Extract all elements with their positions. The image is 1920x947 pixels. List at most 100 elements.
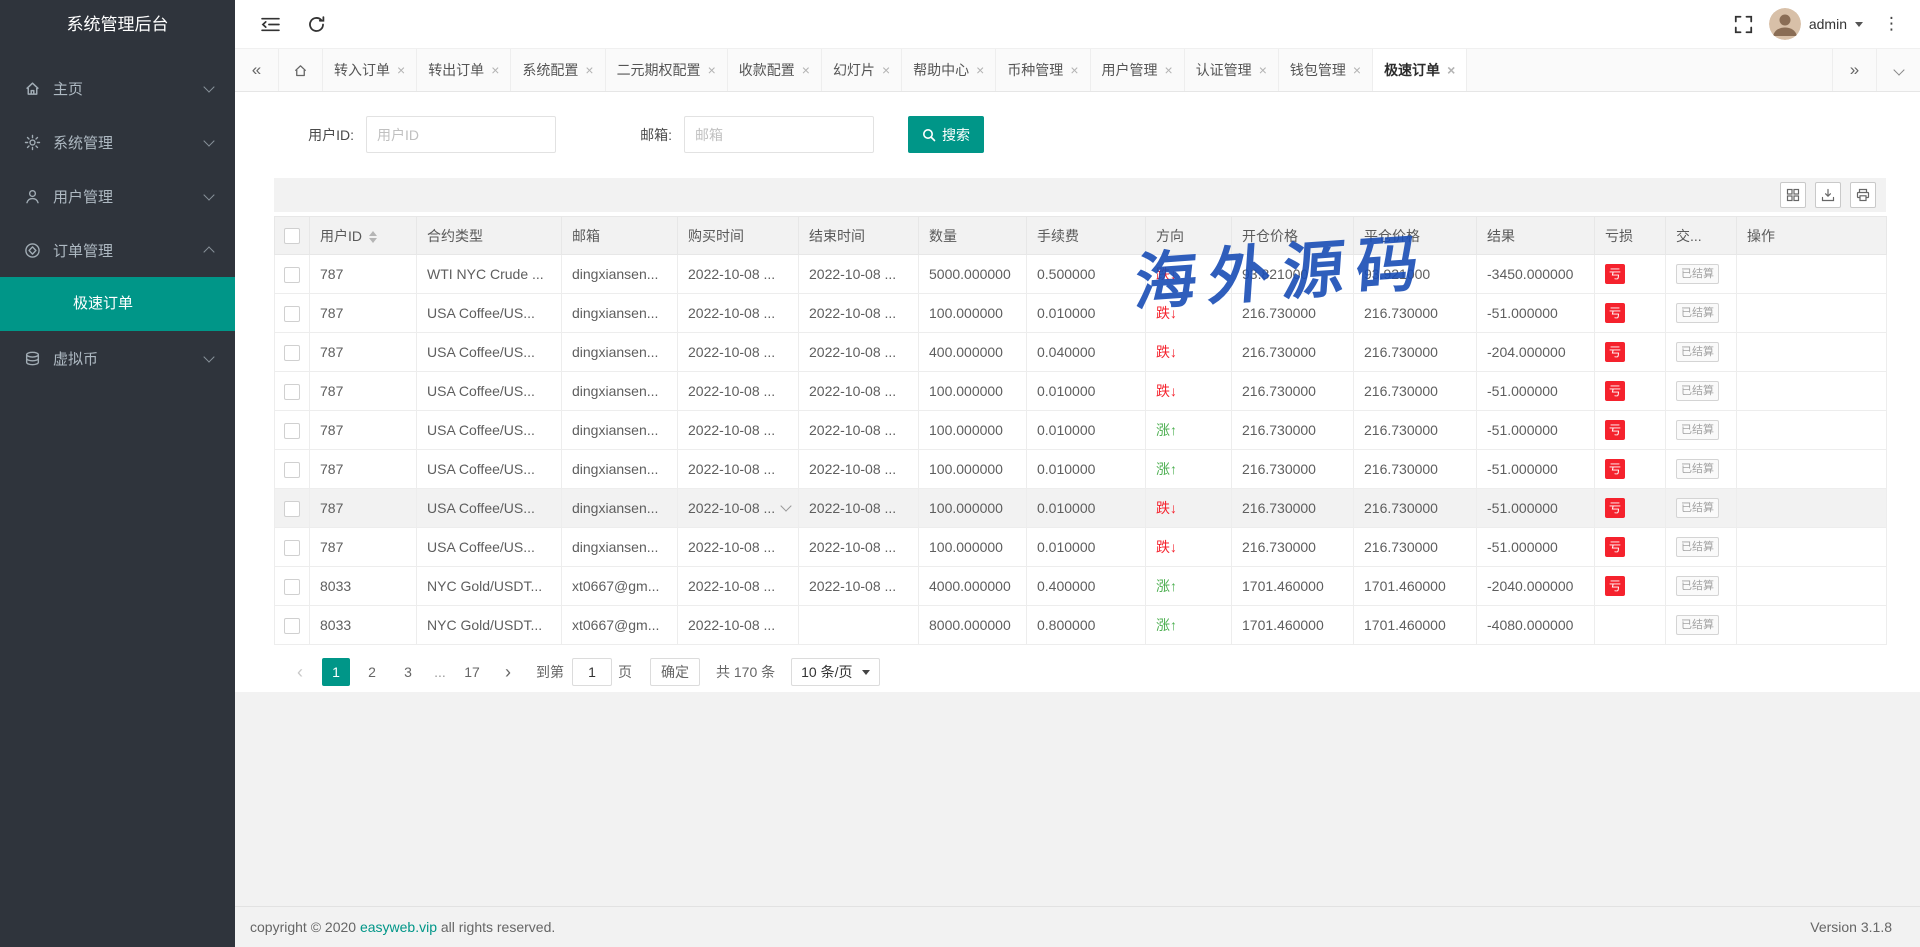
tabs-scroll-left-icon[interactable]: « — [235, 49, 279, 91]
row-checkbox[interactable] — [284, 384, 300, 400]
cell-user-id: 8033 — [310, 567, 417, 606]
row-select-cell — [275, 528, 310, 567]
footer-link[interactable]: easyweb.vip — [360, 919, 437, 935]
cell-status: 已结算 — [1666, 450, 1737, 489]
export-button[interactable] — [1815, 182, 1841, 208]
user-id-label: 用户ID: — [274, 125, 354, 145]
more-menu-icon[interactable]: ⋮ — [1879, 14, 1904, 34]
email-input[interactable] — [684, 116, 874, 153]
tab-item[interactable]: 转入订单× — [323, 49, 417, 91]
cell-actions — [1737, 489, 1887, 528]
column-header: 购买时间 — [678, 217, 799, 255]
cell-buy-time: 2022-10-08 ... — [678, 606, 799, 645]
next-page-button[interactable]: › — [494, 658, 522, 686]
cell-actions — [1737, 294, 1887, 333]
column-header[interactable]: 用户ID — [310, 217, 417, 255]
row-checkbox[interactable] — [284, 462, 300, 478]
column-header: 合约类型 — [417, 217, 562, 255]
tabs-scroll-right-icon[interactable]: » — [1832, 49, 1876, 91]
loss-badge: 亏 — [1605, 498, 1625, 518]
sidebar-subitem-active[interactable]: 极速订单 — [0, 277, 235, 331]
tab-home[interactable] — [279, 49, 323, 91]
close-icon[interactable]: × — [585, 63, 593, 77]
row-checkbox[interactable] — [284, 423, 300, 439]
column-header: 手续费 — [1027, 217, 1146, 255]
user-id-input[interactable] — [366, 116, 556, 153]
cell-status: 已结算 — [1666, 567, 1737, 606]
fullscreen-icon[interactable] — [1734, 15, 1753, 34]
close-icon[interactable]: × — [708, 63, 716, 77]
page-size-select[interactable]: 10 条/页 — [791, 658, 879, 686]
prev-page-button[interactable]: ‹ — [286, 658, 314, 686]
tab-item[interactable]: 系统配置× — [511, 49, 605, 91]
row-checkbox[interactable] — [284, 267, 300, 283]
close-icon[interactable]: × — [491, 63, 499, 77]
version-label: Version 3.1.8 — [1810, 919, 1892, 935]
table-row: 8033NYC Gold/USDT...xt0667@gm...2022-10-… — [275, 606, 1887, 645]
cell-fee: 0.010000 — [1027, 489, 1146, 528]
select-all-checkbox[interactable] — [284, 228, 300, 244]
sort-icons[interactable] — [369, 231, 377, 243]
tab-active[interactable]: 极速订单 × — [1373, 49, 1467, 91]
close-icon[interactable]: × — [1259, 63, 1267, 77]
cell-quantity: 100.000000 — [919, 372, 1027, 411]
tab-item[interactable]: 二元期权配置× — [606, 49, 728, 91]
tab-label: 收款配置 — [739, 60, 795, 80]
cell-close-price: 1701.460000 — [1354, 606, 1477, 645]
jump-confirm-button[interactable]: 确定 — [650, 658, 700, 686]
page-button-3[interactable]: 3 — [394, 658, 422, 686]
column-label: 购买时间 — [688, 228, 744, 244]
sidebar-item-gear[interactable]: 系统管理 — [0, 115, 235, 169]
user-menu[interactable]: admin — [1769, 8, 1863, 40]
tab-item[interactable]: 认证管理× — [1185, 49, 1279, 91]
row-checkbox[interactable] — [284, 540, 300, 556]
sidebar-collapse-icon[interactable] — [261, 15, 280, 34]
direction-up: 涨↑ — [1156, 461, 1177, 477]
row-checkbox[interactable] — [284, 501, 300, 517]
tabs-menu-icon[interactable] — [1876, 49, 1920, 91]
row-checkbox[interactable] — [284, 306, 300, 322]
jump-page-input[interactable] — [572, 658, 612, 686]
tab-item[interactable]: 幻灯片× — [822, 49, 902, 91]
close-icon[interactable]: × — [1070, 63, 1078, 77]
loss-badge: 亏 — [1605, 537, 1625, 557]
column-header: 交... — [1666, 217, 1737, 255]
cell-buy-time: 2022-10-08 ... — [678, 255, 799, 294]
sidebar-item-home[interactable]: 主页 — [0, 61, 235, 115]
cell-quantity: 100.000000 — [919, 489, 1027, 528]
tab-item[interactable]: 帮助中心× — [902, 49, 996, 91]
sidebar-item-user[interactable]: 用户管理 — [0, 169, 235, 223]
close-icon[interactable]: × — [976, 63, 984, 77]
tab-item[interactable]: 币种管理× — [996, 49, 1090, 91]
refresh-icon[interactable] — [307, 15, 326, 34]
row-checkbox[interactable] — [284, 579, 300, 595]
page-buttons: 123...17 — [322, 658, 494, 686]
tab-item[interactable]: 钱包管理× — [1279, 49, 1373, 91]
close-icon[interactable]: × — [802, 63, 810, 77]
page-button-2[interactable]: 2 — [358, 658, 386, 686]
cell-result: -204.000000 — [1477, 333, 1595, 372]
tab-item[interactable]: 转出订单× — [417, 49, 511, 91]
search-button[interactable]: 搜索 — [908, 116, 984, 153]
cell-user-id: 787 — [310, 294, 417, 333]
row-checkbox[interactable] — [284, 618, 300, 634]
close-icon[interactable]: × — [1447, 63, 1455, 77]
row-checkbox[interactable] — [284, 345, 300, 361]
cell-actions — [1737, 567, 1887, 606]
close-icon[interactable]: × — [1165, 63, 1173, 77]
sidebar-item-coin[interactable]: 虚拟币 — [0, 331, 235, 385]
columns-grid-button[interactable] — [1780, 182, 1806, 208]
cell-user-id: 787 — [310, 333, 417, 372]
close-icon[interactable]: × — [1353, 63, 1361, 77]
chevron-down-icon[interactable] — [780, 500, 791, 511]
cell-fee: 0.010000 — [1027, 450, 1146, 489]
page-button-17[interactable]: 17 — [458, 658, 486, 686]
tab-label: 极速订单 — [1384, 60, 1440, 80]
close-icon[interactable]: × — [882, 63, 890, 77]
print-button[interactable] — [1850, 182, 1876, 208]
page-button-1[interactable]: 1 — [322, 658, 350, 686]
tab-item[interactable]: 收款配置 × — [728, 49, 822, 91]
sidebar-item-order[interactable]: 订单管理 — [0, 223, 235, 277]
tab-item[interactable]: 用户管理× — [1091, 49, 1185, 91]
close-icon[interactable]: × — [397, 63, 405, 77]
